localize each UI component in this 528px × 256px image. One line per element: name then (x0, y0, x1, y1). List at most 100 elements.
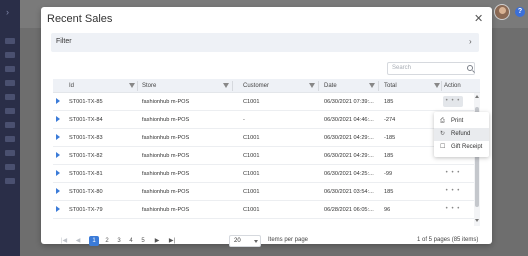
sidebar-nav-icon[interactable] (5, 52, 15, 58)
last-page-button[interactable]: ▶| (167, 236, 177, 246)
cell-store: fashionhub m-POS (142, 117, 190, 123)
filter-icon[interactable] (223, 83, 229, 88)
expand-row-icon[interactable] (56, 98, 60, 104)
expand-row-icon[interactable] (56, 206, 60, 212)
page-size-label: Items per page (268, 237, 309, 243)
gift-receipt-icon: ☐ (440, 144, 446, 150)
next-page-button[interactable]: ▶ (152, 236, 162, 246)
sidebar-nav-icon[interactable] (5, 38, 15, 44)
cell-id: ST001-TX-81 (69, 171, 103, 177)
sidebar-nav-icon[interactable] (5, 178, 15, 184)
search-input[interactable]: Search (387, 62, 475, 75)
scroll-down-icon[interactable] (475, 219, 479, 222)
column-header-date[interactable]: Date (324, 83, 337, 89)
chevron-right-icon: › (469, 37, 472, 46)
prev-page-button[interactable]: ◀ (73, 236, 83, 246)
row-actions-button[interactable]: • • • (443, 186, 463, 197)
cell-store: fashionhub m-POS (142, 171, 190, 177)
sidebar-nav-icon[interactable] (5, 122, 15, 128)
sidebar-nav-icon[interactable] (5, 80, 15, 86)
row-actions-button[interactable]: • • • (443, 204, 463, 215)
cell-total: 96 (384, 207, 391, 213)
menu-item-gift-receipt[interactable]: ☐ Gift Receipt (434, 141, 489, 154)
filter-icon[interactable] (369, 83, 375, 88)
column-divider[interactable] (232, 81, 233, 91)
modal-title: Recent Sales (47, 13, 113, 25)
page-size-select[interactable]: 20 (229, 235, 261, 247)
menu-item-label: Gift Receipt (451, 144, 483, 150)
row-actions-menu: ⎙ Print ↻ Refund ☐ Gift Receipt (434, 112, 489, 157)
cell-total: -99 (384, 171, 393, 177)
table-row[interactable]: ST001-TX-79 fashionhub m-POS C1001 06/28… (53, 201, 474, 219)
recent-sales-modal: Recent Sales ✕ Filter › Search Id Store … (41, 7, 492, 247)
cell-date: 06/28/2021 06:05:... (324, 207, 374, 213)
filter-icon[interactable] (434, 83, 440, 88)
row-actions-button[interactable]: • • • (443, 168, 463, 179)
expand-row-icon[interactable] (56, 188, 60, 194)
menu-item-refund[interactable]: ↻ Refund (434, 128, 489, 141)
page-button-1[interactable]: 1 (89, 236, 99, 246)
table-row[interactable]: ST001-TX-85 fashionhub m-POS C1001 06/30… (53, 93, 474, 111)
cell-total: -274 (384, 117, 396, 123)
column-divider[interactable] (137, 81, 138, 91)
cell-total: 185 (384, 153, 394, 159)
cell-date: 06/30/2021 04:29:... (324, 135, 374, 141)
sidebar-toggle-icon[interactable]: › (6, 8, 9, 17)
table-row[interactable]: ST001-TX-83 fashionhub m-POS C1001 06/30… (53, 129, 474, 147)
table-row[interactable]: ST001-TX-84 fashionhub m-POS - 06/30/202… (53, 111, 474, 129)
column-header-customer[interactable]: Customer (243, 83, 269, 89)
cell-total: 185 (384, 189, 394, 195)
table-row[interactable]: ST001-TX-80 fashionhub m-POS C1001 06/30… (53, 183, 474, 201)
cell-id: ST001-TX-83 (69, 135, 103, 141)
cell-customer: C1001 (243, 99, 260, 105)
filter-icon[interactable] (309, 83, 315, 88)
user-avatar[interactable] (494, 4, 510, 20)
sidebar-nav-icon[interactable] (5, 66, 15, 72)
menu-item-print[interactable]: ⎙ Print (434, 115, 489, 128)
expand-row-icon[interactable] (56, 116, 60, 122)
cell-store: fashionhub m-POS (142, 207, 190, 213)
column-header-id[interactable]: Id (69, 83, 74, 89)
expand-row-icon[interactable] (56, 152, 60, 158)
table-row[interactable]: ST001-TX-82 fashionhub m-POS C1001 06/30… (53, 147, 474, 165)
page-size-value: 20 (234, 238, 241, 244)
help-icon[interactable]: ? (515, 7, 525, 17)
cell-date: 06/30/2021 04:46:... (324, 117, 374, 123)
sidebar-nav-icon[interactable] (5, 136, 15, 142)
column-header-store[interactable]: Store (142, 83, 156, 89)
cell-id: ST001-TX-82 (69, 153, 103, 159)
scroll-up-icon[interactable] (475, 95, 479, 98)
close-icon[interactable]: ✕ (474, 14, 483, 25)
page-button-5[interactable]: 5 (138, 236, 148, 246)
app-sidebar: › (0, 0, 20, 256)
expand-row-icon[interactable] (56, 170, 60, 176)
cell-customer: C1001 (243, 153, 260, 159)
cell-id: ST001-TX-80 (69, 189, 103, 195)
row-actions-button[interactable]: • • • (443, 96, 463, 107)
sidebar-nav-icon[interactable] (5, 94, 15, 100)
refund-icon: ↻ (440, 131, 446, 137)
table-row[interactable]: ST001-TX-81 fashionhub m-POS C1001 06/30… (53, 165, 474, 183)
filter-icon[interactable] (129, 83, 135, 88)
column-divider[interactable] (318, 81, 319, 91)
cell-store: fashionhub m-POS (142, 153, 190, 159)
print-icon: ⎙ (440, 118, 445, 124)
cell-date: 06/30/2021 03:54:... (324, 189, 374, 195)
sidebar-nav-icon[interactable] (5, 164, 15, 170)
column-header-total[interactable]: Total (384, 83, 397, 89)
page-button-4[interactable]: 4 (126, 236, 136, 246)
cell-customer: - (243, 117, 245, 123)
first-page-button[interactable]: |◀ (59, 236, 69, 246)
column-divider[interactable] (378, 81, 379, 91)
expand-row-icon[interactable] (56, 134, 60, 140)
menu-item-label: Refund (451, 131, 471, 137)
page-button-3[interactable]: 3 (114, 236, 124, 246)
page-button-2[interactable]: 2 (102, 236, 112, 246)
column-divider[interactable] (441, 81, 442, 91)
filter-label: Filter (56, 38, 72, 45)
sidebar-nav-icon[interactable] (5, 150, 15, 156)
filter-panel-toggle[interactable]: Filter › (51, 33, 479, 52)
sidebar-nav-icon[interactable] (5, 108, 15, 114)
sales-table: Id Store Customer Date Total Action ST00… (53, 79, 480, 226)
cell-date: 06/30/2021 07:39:... (324, 99, 374, 105)
